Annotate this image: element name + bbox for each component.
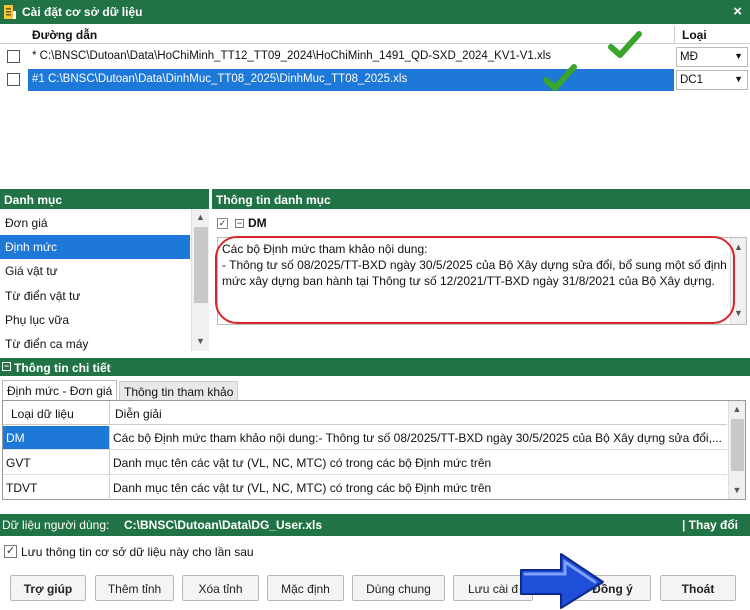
scroll-up-icon[interactable]: ▲: [192, 212, 209, 222]
exit-button[interactable]: Thoát: [660, 575, 736, 601]
collapse-icon[interactable]: −: [235, 219, 244, 228]
checkmark-annotation-icon: [543, 64, 577, 91]
detail-grid[interactable]: Loại dữ liệu Diễn giải DM Các bộ Định mứ…: [2, 400, 746, 500]
catalog-item[interactable]: Phụ lục vữa: [0, 308, 190, 332]
table-row[interactable]: GVT Danh mục tên các vật tư (VL, NC, MTC…: [3, 451, 727, 475]
catalog-info-header: Thông tin danh mục: [212, 189, 750, 209]
detail-header-label: Thông tin chi tiết: [14, 361, 111, 375]
catalog-list[interactable]: Đơn giá Định mức Giá vật tư Từ điển vật …: [0, 209, 209, 351]
scroll-up-icon[interactable]: ▲: [729, 404, 745, 414]
file-row-checkbox[interactable]: [7, 73, 20, 86]
catalog-item[interactable]: Giá vật tư: [0, 259, 190, 283]
save-option-label: Lưu thông tin cơ sở dữ liệu này cho lần …: [21, 545, 254, 559]
catalog-scrollbar[interactable]: ▲ ▼: [191, 209, 209, 351]
default-button[interactable]: Mặc định: [267, 575, 344, 601]
table-cell-desc[interactable]: Danh mục tên các vật tư (VL, NC, MTC) có…: [113, 456, 491, 470]
window-title: Cài đặt cơ sở dữ liệu: [22, 5, 143, 19]
add-province-button[interactable]: Thêm tỉnh: [95, 575, 174, 601]
tab-thong-tin-tham-khao[interactable]: Thông tin tham khảo: [119, 381, 239, 401]
help-button[interactable]: Trợ giúp: [10, 575, 86, 601]
detail-grid-header: Loại dữ liệu Diễn giải: [3, 401, 727, 425]
file-type-select[interactable]: MĐ ▼: [676, 47, 748, 67]
dropdown-arrow-icon[interactable]: ▼: [734, 74, 743, 84]
collapse-icon[interactable]: −: [2, 362, 11, 371]
file-row-path[interactable]: * C:\BNSC\Dutoan\Data\HoChiMinh_TT12_TT0…: [28, 46, 674, 68]
column-divider: [674, 26, 675, 44]
column-header-desc: Diễn giải: [115, 407, 162, 421]
file-row-checkbox[interactable]: [7, 50, 20, 63]
file-type-value: MĐ: [680, 51, 698, 63]
column-divider: [109, 426, 110, 450]
user-data-path: C:\BNSC\Dutoan\Data\DG_User.xls: [124, 518, 323, 532]
detail-scrollbar[interactable]: ▲ ▼: [728, 401, 745, 499]
checkmark-annotation-icon: [608, 31, 642, 58]
column-header-type: Loại dữ liệu: [11, 407, 74, 421]
column-header-type: Loại: [682, 28, 707, 42]
database-icon: [4, 5, 16, 19]
column-divider: [109, 451, 110, 475]
file-type-select[interactable]: DC1 ▼: [676, 70, 748, 90]
catalog-item[interactable]: Đơn giá: [0, 211, 190, 235]
catalog-item[interactable]: Từ điển vật tư: [0, 284, 190, 308]
catalog-item[interactable]: Từ điển ca máy: [0, 332, 190, 352]
column-divider: [109, 476, 110, 500]
file-type-value: DC1: [680, 74, 704, 86]
scroll-thumb[interactable]: [194, 227, 208, 303]
catalog-item-selected[interactable]: Định mức: [0, 235, 190, 259]
file-row-path[interactable]: #1 C:\BNSC\Dutoan\Data\DinhMuc_TT08_2025…: [28, 69, 674, 91]
table-cell-type[interactable]: TDVT: [6, 481, 37, 495]
file-row-selected[interactable]: #1 C:\BNSC\Dutoan\Data\DinhMuc_TT08_2025…: [0, 69, 750, 91]
column-header-path: Đường dẫn: [32, 28, 98, 42]
table-cell-type[interactable]: DM: [3, 426, 109, 449]
shared-button[interactable]: Dùng chung: [352, 575, 445, 601]
arrow-annotation-icon: [520, 553, 604, 609]
close-icon[interactable]: ×: [733, 3, 742, 20]
scroll-down-icon[interactable]: ▼: [729, 485, 745, 495]
table-cell-type[interactable]: GVT: [6, 456, 31, 470]
table-row[interactable]: DM Các bộ Định mức tham khảo nội dung:- …: [3, 426, 727, 450]
node-label: DM: [248, 216, 267, 230]
change-user-data-link[interactable]: | Thay đổi: [682, 518, 738, 532]
column-divider: [109, 401, 110, 425]
user-data-bar: Dữ liệu người dùng: C:\BNSC\Dutoan\Data\…: [0, 514, 750, 536]
save-option[interactable]: ✓ Lưu thông tin cơ sở dữ liệu này cho lầ…: [2, 543, 402, 561]
table-cell-desc[interactable]: Danh mục tên các vật tư (VL, NC, MTC) có…: [113, 481, 491, 495]
catalog-info-node[interactable]: ✓ − DM: [215, 216, 515, 232]
catalog-header: Danh mục: [0, 189, 209, 209]
tab-dinh-muc-don-gia[interactable]: Định mức - Đơn giá: [2, 380, 118, 400]
scroll-thumb[interactable]: [731, 419, 744, 471]
scroll-down-icon[interactable]: ▼: [192, 336, 209, 346]
title-bar: Cài đặt cơ sở dữ liệu ×: [0, 0, 750, 24]
node-check-icon[interactable]: ✓: [217, 218, 228, 229]
save-option-checkbox[interactable]: ✓: [4, 545, 17, 558]
table-cell-desc[interactable]: Các bộ Định mức tham khảo nội dung:- Thô…: [113, 431, 725, 445]
user-data-label: Dữ liệu người dùng:: [2, 518, 110, 532]
delete-province-button[interactable]: Xóa tỉnh: [182, 575, 259, 601]
detail-header: − Thông tin chi tiết: [0, 358, 750, 376]
table-row[interactable]: TDVT Danh mục tên các vật tư (VL, NC, MT…: [3, 476, 727, 500]
dropdown-arrow-icon[interactable]: ▼: [734, 51, 743, 61]
red-highlight-annotation: [215, 236, 735, 324]
